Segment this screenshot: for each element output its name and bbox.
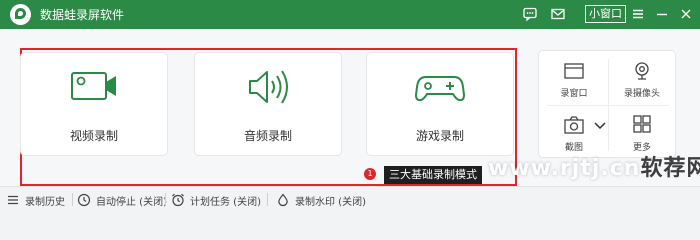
grid-icon bbox=[612, 115, 672, 135]
auto-stop-button[interactable]: 自动停止 (关闭) bbox=[77, 192, 167, 208]
game-record-card[interactable]: 游戏录制 bbox=[366, 52, 514, 156]
clock-icon bbox=[77, 193, 91, 207]
tooltip-badge: 1 bbox=[364, 168, 376, 180]
record-history-label: 录制历史 bbox=[25, 196, 65, 208]
audio-record-card[interactable]: 音频录制 bbox=[194, 52, 342, 156]
chat-icon[interactable] bbox=[522, 6, 538, 22]
video-camera-icon bbox=[21, 67, 167, 107]
record-history-button[interactable]: 录制历史 bbox=[6, 192, 65, 208]
window-icon bbox=[544, 61, 604, 81]
game-record-label: 游戏录制 bbox=[415, 129, 464, 143]
close-icon[interactable] bbox=[678, 6, 694, 22]
chevron-down-icon[interactable] bbox=[594, 116, 606, 135]
gamepad-icon bbox=[367, 67, 513, 107]
record-window-button[interactable]: 录窗口 bbox=[544, 55, 604, 103]
tools-divider-horizontal bbox=[547, 105, 669, 106]
record-webcam-button[interactable]: 录摄像头 bbox=[612, 55, 672, 103]
app-title: 数据蛙录屏软件 bbox=[40, 8, 125, 22]
status-separator bbox=[72, 193, 73, 206]
status-bar: 录制历史 自动停止 (关闭) 计划任务 (关闭) 录制水印 (关闭) bbox=[0, 186, 700, 211]
app-logo-icon bbox=[10, 4, 31, 25]
email-icon[interactable] bbox=[550, 6, 566, 22]
scheduled-task-label: 计划任务 (关闭) bbox=[190, 196, 261, 208]
mini-window-button[interactable]: 小窗口 bbox=[585, 5, 626, 23]
tools-panel: 录窗口 录摄像头 截图 更多 bbox=[538, 50, 676, 158]
menu-icon[interactable] bbox=[630, 6, 646, 22]
list-icon bbox=[6, 193, 20, 207]
video-record-card[interactable]: 视频录制 bbox=[20, 52, 168, 156]
auto-stop-label: 自动停止 (关闭) bbox=[96, 196, 167, 208]
status-separator bbox=[267, 193, 268, 206]
title-bar: 数据蛙录屏软件 小窗口 bbox=[0, 0, 700, 29]
status-separator bbox=[165, 193, 166, 206]
speaker-icon bbox=[195, 67, 341, 107]
watermark-site-name: 软荐网 bbox=[640, 156, 700, 181]
watermark-url: www.rjtj.cn bbox=[488, 156, 641, 181]
alarm-icon bbox=[171, 193, 185, 207]
record-watermark-button[interactable]: 录制水印 (关闭) bbox=[276, 192, 366, 208]
record-watermark-label: 录制水印 (关闭) bbox=[295, 196, 366, 208]
audio-record-label: 音频录制 bbox=[243, 129, 292, 143]
scheduled-task-button[interactable]: 计划任务 (关闭) bbox=[171, 192, 261, 208]
webcam-icon bbox=[612, 61, 672, 81]
minimize-icon[interactable] bbox=[654, 6, 670, 22]
record-webcam-label: 录摄像头 bbox=[623, 89, 660, 99]
record-window-label: 录窗口 bbox=[560, 89, 588, 99]
tooltip: 三大基础录制模式 bbox=[384, 166, 482, 184]
droplet-icon bbox=[276, 193, 290, 207]
video-record-label: 视频录制 bbox=[69, 129, 118, 143]
watermark: www.rjtj.cn软荐网 bbox=[488, 150, 700, 182]
